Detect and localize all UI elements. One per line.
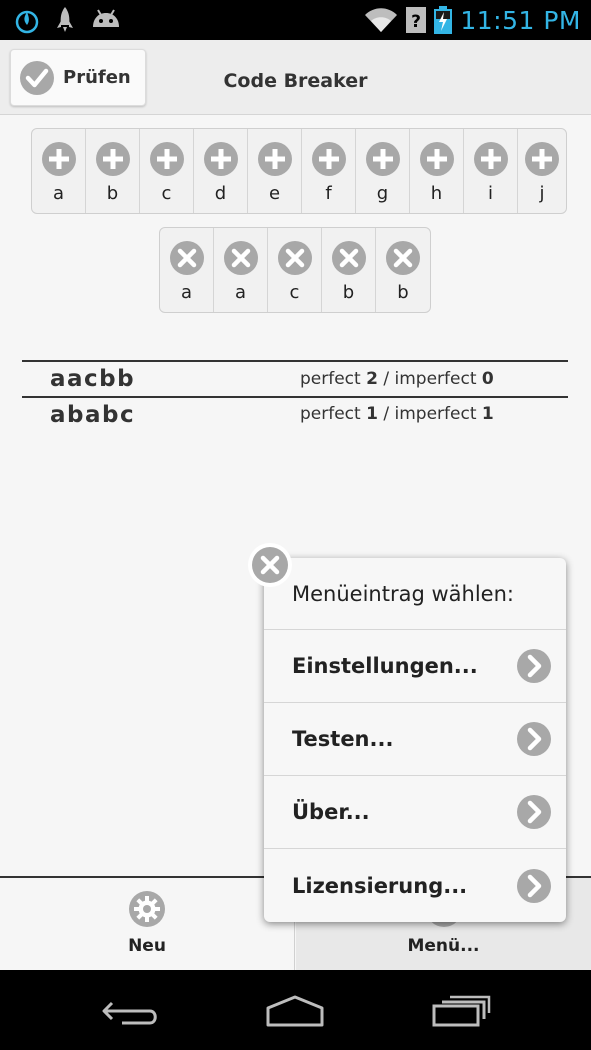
popup-title: Menüeintrag wählen:: [264, 558, 566, 630]
peg-label: d: [214, 183, 227, 204]
imperfect-count: 1: [481, 404, 494, 424]
guess-code: ababc: [50, 402, 136, 428]
divider: [22, 396, 568, 398]
peg-label: a: [180, 282, 193, 303]
menu-item-label: Über...: [292, 800, 370, 824]
remove-peg-slot-1[interactable]: a: [160, 228, 214, 312]
add-peg-g[interactable]: g: [356, 129, 410, 213]
imperfect-count: 0: [481, 369, 494, 389]
status-bar: ? 11:51 PM: [0, 0, 591, 40]
peg-label: i: [487, 183, 493, 204]
available-pegs: a b c d e f g h i j: [31, 128, 567, 214]
remove-icon: [331, 241, 366, 275]
add-icon: [365, 142, 400, 176]
guess-score: perfect 1 / imperfect 1: [300, 404, 494, 424]
peg-label: c: [161, 183, 172, 204]
system-nav-bar: [0, 970, 591, 1050]
menu-item-label: Testen...: [292, 727, 394, 751]
perfect-count: 1: [366, 404, 378, 424]
rocket-icon: [57, 7, 73, 32]
flame-icon: [15, 10, 39, 34]
add-icon: [149, 142, 184, 176]
chevron-right-icon: [517, 795, 551, 829]
back-icon[interactable]: [100, 995, 162, 1027]
guess-score: perfect 2 / imperfect 0: [300, 369, 494, 389]
add-icon: [473, 142, 508, 176]
menu-item-licensing[interactable]: Lizensierung...: [264, 849, 566, 922]
score-separator: /: [383, 369, 390, 389]
battery-charging-icon: [434, 6, 453, 34]
add-peg-e[interactable]: e: [248, 129, 302, 213]
android-icon: [93, 9, 119, 27]
menu-item-settings[interactable]: Einstellungen...: [264, 630, 566, 703]
peg-label: b: [342, 282, 355, 303]
add-peg-f[interactable]: f: [302, 129, 356, 213]
score-separator: /: [383, 404, 390, 424]
remove-peg-slot-5[interactable]: b: [376, 228, 430, 312]
app-header: Prüfen Code Breaker: [0, 40, 591, 115]
menu-item-label: Einstellungen...: [292, 654, 478, 678]
divider: [22, 360, 568, 362]
clock-time: 11:51 PM: [460, 5, 581, 35]
peg-label: c: [289, 282, 300, 303]
menu-item-label: Lizensierung...: [292, 873, 468, 898]
remove-peg-slot-4[interactable]: b: [322, 228, 376, 312]
menu-popup: Menüeintrag wählen: Einstellungen... Test…: [264, 558, 566, 922]
menu-item-about[interactable]: Über...: [264, 776, 566, 849]
remove-peg-slot-3[interactable]: c: [268, 228, 322, 312]
add-peg-b[interactable]: b: [86, 129, 140, 213]
peg-label: f: [325, 183, 332, 204]
no-signal-icon: ?: [406, 7, 427, 33]
new-game-button[interactable]: Neu: [0, 878, 295, 970]
add-icon: [311, 142, 346, 176]
add-icon: [257, 142, 292, 176]
add-icon: [41, 142, 76, 176]
svg-text:?: ?: [411, 12, 421, 32]
menu-item-testing[interactable]: Testen...: [264, 703, 566, 776]
remove-icon: [277, 241, 312, 275]
peg-label: a: [52, 183, 65, 204]
remove-icon: [169, 241, 204, 275]
peg-label: b: [397, 282, 409, 303]
imperfect-label: imperfect: [394, 404, 477, 424]
recent-apps-icon[interactable]: [430, 994, 492, 1028]
gear-icon: [129, 891, 165, 927]
peg-label: a: [234, 282, 247, 303]
chevron-right-icon: [517, 722, 551, 756]
page-title: Code Breaker: [223, 70, 368, 92]
peg-label: g: [376, 183, 389, 204]
peg-label: b: [106, 183, 119, 204]
menu-label: Menü...: [407, 936, 480, 956]
remove-icon: [386, 241, 420, 275]
add-peg-d[interactable]: d: [194, 129, 248, 213]
add-peg-a[interactable]: a: [32, 129, 86, 213]
imperfect-label: imperfect: [394, 369, 477, 389]
peg-label: h: [430, 183, 443, 204]
add-peg-i[interactable]: i: [464, 129, 518, 213]
add-icon: [525, 142, 559, 176]
add-peg-h[interactable]: h: [410, 129, 464, 213]
close-popup-icon[interactable]: [247, 542, 293, 588]
new-game-label: Neu: [128, 936, 166, 956]
guess-code: aacbb: [50, 366, 136, 392]
wifi-icon: [365, 8, 398, 32]
perfect-label: perfect: [300, 369, 361, 389]
current-guess: aacbb: [159, 227, 431, 313]
add-peg-c[interactable]: c: [140, 129, 194, 213]
add-icon: [95, 142, 130, 176]
remove-icon: [223, 241, 258, 275]
peg-label: e: [268, 183, 281, 204]
chevron-right-icon: [517, 868, 551, 903]
chevron-right-icon: [517, 649, 551, 683]
perfect-count: 2: [366, 369, 378, 389]
remove-peg-slot-2[interactable]: a: [214, 228, 268, 312]
peg-label: j: [539, 183, 545, 204]
perfect-label: perfect: [300, 404, 361, 424]
add-peg-j[interactable]: j: [518, 129, 566, 213]
home-icon[interactable]: [264, 994, 326, 1028]
add-icon: [203, 142, 238, 176]
add-icon: [419, 142, 454, 176]
